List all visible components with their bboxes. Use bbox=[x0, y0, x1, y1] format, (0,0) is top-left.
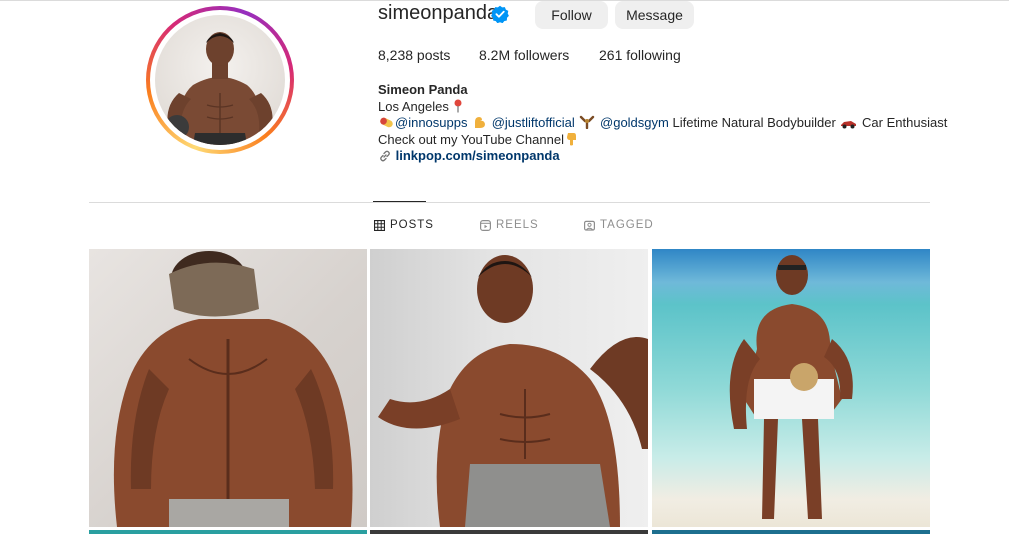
tagged-icon bbox=[584, 220, 595, 231]
post-thumbnail[interactable] bbox=[89, 249, 367, 527]
link-icon bbox=[380, 150, 390, 162]
verified-badge-icon bbox=[491, 5, 509, 23]
follow-button[interactable]: Follow bbox=[535, 1, 608, 29]
mention-justliftofficial[interactable]: @justliftofficial bbox=[492, 115, 575, 130]
top-border bbox=[0, 0, 1009, 1]
bio-youtube-line: Check out my YouTube Channel bbox=[378, 132, 978, 149]
bio-mentions-line: @innosupps @justliftofficial @goldsgym L… bbox=[378, 115, 978, 132]
username: simeonpanda bbox=[378, 2, 499, 24]
active-tab-indicator bbox=[373, 201, 426, 202]
profile-bio: Simeon Panda Los Angeles @innosupps @jus… bbox=[378, 82, 978, 165]
tab-tagged-label: TAGGED bbox=[600, 219, 654, 231]
tab-tagged[interactable]: TAGGED bbox=[584, 219, 654, 231]
flexed-biceps-icon bbox=[475, 117, 486, 128]
post-thumbnail-partial[interactable] bbox=[89, 530, 367, 534]
post-thumbnail-partial[interactable] bbox=[652, 530, 930, 534]
mention-goldsgym[interactable]: @goldsgym bbox=[600, 115, 669, 130]
tab-reels-label: REELS bbox=[496, 219, 539, 231]
post-thumbnail[interactable] bbox=[652, 249, 930, 527]
photo-beach bbox=[729, 255, 853, 519]
bio-tagline: Lifetime Natural Bodybuilder bbox=[672, 115, 836, 130]
photo-front-pose bbox=[378, 255, 648, 527]
following-link[interactable]: 261 following bbox=[599, 47, 681, 63]
reels-icon bbox=[480, 219, 491, 231]
post-thumbnail-partial[interactable] bbox=[370, 530, 648, 534]
tab-reels[interactable]: REELS bbox=[480, 219, 539, 231]
photo-back-pose bbox=[113, 251, 353, 527]
tab-posts[interactable]: POSTS bbox=[374, 219, 434, 231]
message-button[interactable]: Message bbox=[615, 1, 694, 29]
youtube-text: Check out my YouTube Channel bbox=[378, 131, 564, 147]
display-name: Simeon Panda bbox=[378, 82, 468, 97]
pill-icon bbox=[380, 117, 393, 128]
bio-tagline-tail: Car Enthusiast bbox=[862, 115, 948, 130]
posts-count: 8,238 posts bbox=[378, 47, 451, 63]
profile-avatar[interactable] bbox=[146, 6, 294, 154]
external-link[interactable]: linkpop.com/simeonpanda bbox=[396, 148, 560, 163]
followers-link[interactable]: 8.2M followers bbox=[479, 47, 569, 63]
bio-link-line: linkpop.com/simeonpanda bbox=[378, 148, 978, 165]
dumbbell-icon bbox=[580, 115, 595, 129]
avatar-photo bbox=[155, 15, 285, 145]
mention-innosupps[interactable]: @innosupps bbox=[395, 115, 467, 130]
pin-icon bbox=[454, 99, 462, 112]
bio-location-line: Los Angeles bbox=[378, 99, 978, 116]
point-down-icon bbox=[566, 132, 576, 145]
post-thumbnail[interactable] bbox=[370, 249, 648, 527]
race-car-icon bbox=[841, 121, 857, 129]
tab-posts-label: POSTS bbox=[390, 219, 434, 231]
tabs-divider bbox=[89, 202, 930, 203]
grid-icon bbox=[374, 219, 385, 231]
location-text: Los Angeles bbox=[378, 98, 449, 114]
